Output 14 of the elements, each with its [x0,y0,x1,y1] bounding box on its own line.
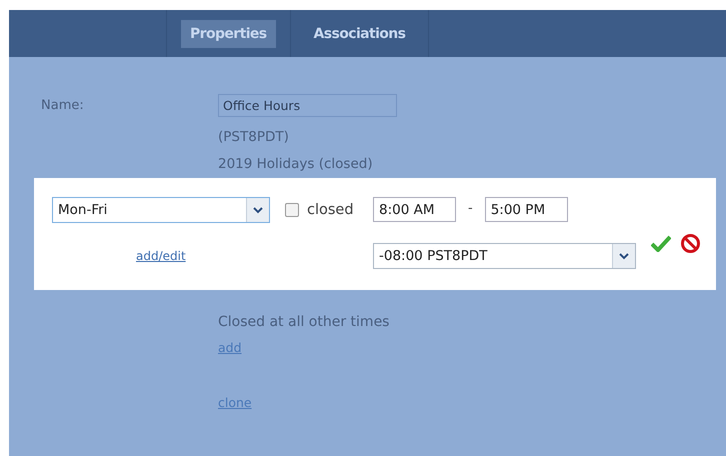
timezone-text: (PST8PDT) [218,129,289,145]
dash-text: - [468,201,473,216]
name-label: Name: [40,98,85,113]
add-edit-link[interactable]: add/edit [136,249,186,263]
closed-label: closed [307,202,354,218]
tab[interactable]: Properties [181,20,276,48]
holidays-text: 2019 Holidays (closed) [218,156,373,172]
timezone-select[interactable]: -08:00 PST8PDT [373,243,636,269]
name-field[interactable]: Office Hours [218,94,397,117]
tab[interactable]: Associations [304,20,414,48]
end-time-field[interactable]: 5:00 PM [484,197,568,222]
days-select[interactable]: Mon-Fri [52,197,270,223]
closed-times-text: Closed at all other times [218,314,390,330]
start-time-field[interactable]: 8:00 AM [373,197,456,222]
